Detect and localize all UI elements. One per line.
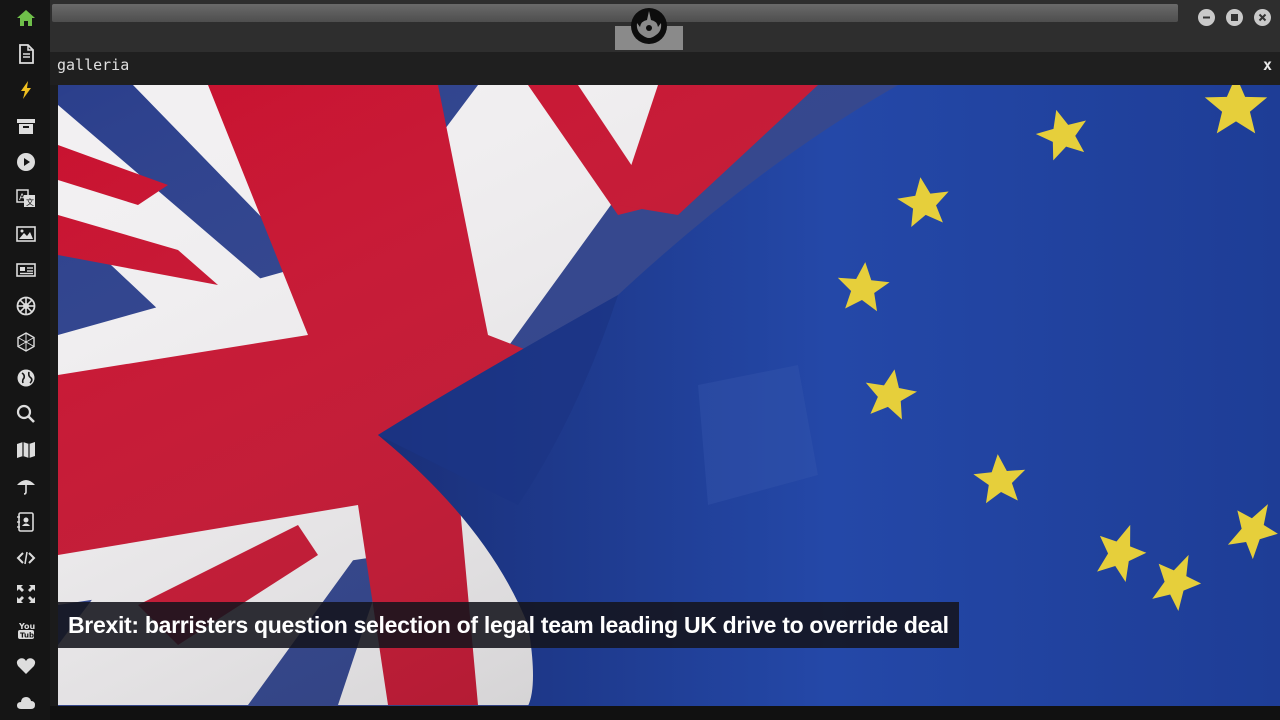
sidebar: A文 YouTube xyxy=(0,0,50,720)
document-icon[interactable] xyxy=(13,41,39,67)
code-icon[interactable] xyxy=(13,545,39,571)
close-window-button[interactable] xyxy=(1254,9,1271,26)
galactic-empire-icon[interactable] xyxy=(13,293,39,319)
gallery-panel-header: galleria x xyxy=(50,52,1280,85)
close-icon xyxy=(1258,13,1267,22)
lightning-icon[interactable] xyxy=(13,77,39,103)
title-bar xyxy=(50,0,1280,52)
expand-icon[interactable] xyxy=(13,581,39,607)
search-icon[interactable] xyxy=(13,401,39,427)
hexagon-icon[interactable] xyxy=(13,329,39,355)
maximize-button[interactable] xyxy=(1226,9,1243,26)
minimize-button[interactable] xyxy=(1198,9,1215,26)
gallery-image[interactable]: Brexit: barristers question selection of… xyxy=(58,85,1280,706)
address-bar[interactable] xyxy=(52,4,1178,22)
globe-icon[interactable] xyxy=(13,365,39,391)
newspaper-icon[interactable] xyxy=(13,257,39,283)
panel-close-button[interactable]: x xyxy=(1263,56,1272,74)
youtube-icon[interactable]: YouTube xyxy=(13,617,39,643)
heart-icon[interactable] xyxy=(13,653,39,679)
svg-text:You: You xyxy=(18,622,36,631)
bottom-strip xyxy=(50,706,1280,720)
svg-text:Tube: Tube xyxy=(20,632,36,640)
minimize-icon xyxy=(1203,16,1210,19)
umbrella-icon[interactable] xyxy=(13,473,39,499)
cloud-icon[interactable] xyxy=(13,689,39,715)
svg-text:文: 文 xyxy=(26,197,34,207)
panel-title: galleria xyxy=(57,56,130,74)
play-icon[interactable] xyxy=(13,149,39,175)
image-icon[interactable] xyxy=(13,221,39,247)
home-icon[interactable] xyxy=(13,5,39,31)
rebel-alliance-icon xyxy=(629,6,669,46)
map-icon[interactable] xyxy=(13,437,39,463)
maximize-icon xyxy=(1231,14,1238,21)
archive-icon[interactable] xyxy=(13,113,39,139)
image-caption: Brexit: barristers question selection of… xyxy=(58,602,959,648)
translate-icon[interactable]: A文 xyxy=(13,185,39,211)
contacts-icon[interactable] xyxy=(13,509,39,535)
